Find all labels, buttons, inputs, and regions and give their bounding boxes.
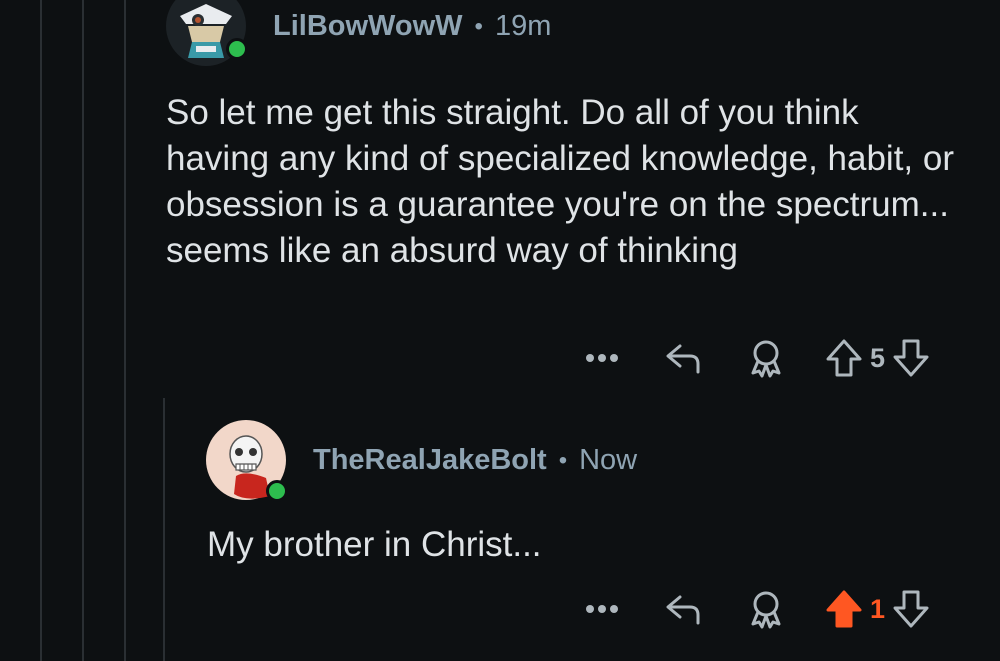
comment-actions: 1 xyxy=(580,587,931,631)
timestamp: 19m xyxy=(494,10,552,42)
comment-body: My brother in Christ... xyxy=(207,525,542,564)
comment-meta: TheRealJakeBolt • Now xyxy=(313,444,637,477)
award-button[interactable] xyxy=(744,589,788,629)
comment-meta: LilBowWowW • 19m xyxy=(273,10,551,43)
vote-score: 1 xyxy=(870,593,886,624)
more-options-button[interactable] xyxy=(580,353,624,363)
username[interactable]: LilBowWowW xyxy=(273,10,463,43)
vote-score: 5 xyxy=(870,342,886,373)
meta-separator: • xyxy=(558,446,568,474)
comment-body: So let me get this straight. Do all of y… xyxy=(166,93,954,270)
downvote-button[interactable] xyxy=(891,589,931,629)
comment-actions: 5 xyxy=(580,336,931,380)
award-button[interactable] xyxy=(744,338,788,378)
comment-thread: LilBowWowW • 19m So let me get this stra… xyxy=(0,0,1000,661)
meta-separator: • xyxy=(474,12,483,40)
upvote-icon xyxy=(826,590,862,628)
thread-line[interactable] xyxy=(82,0,84,661)
more-icon xyxy=(586,354,618,362)
reply-icon xyxy=(666,344,700,374)
reply-icon xyxy=(666,595,700,625)
upvote-button[interactable] xyxy=(824,589,864,629)
thread-line[interactable] xyxy=(163,398,165,661)
thread-line[interactable] xyxy=(40,0,42,661)
online-status-dot xyxy=(226,38,248,60)
downvote-icon xyxy=(893,339,929,377)
reply-button[interactable] xyxy=(662,340,706,376)
upvote-button[interactable] xyxy=(824,338,864,378)
more-options-button[interactable] xyxy=(580,604,624,614)
downvote-icon xyxy=(893,590,929,628)
online-status-dot xyxy=(266,480,288,502)
timestamp: Now xyxy=(579,444,638,476)
username[interactable]: TheRealJakeBolt xyxy=(313,444,547,477)
downvote-button[interactable] xyxy=(891,338,931,378)
award-icon xyxy=(751,340,781,378)
more-icon xyxy=(586,605,618,613)
upvote-icon xyxy=(826,339,862,377)
reply-button[interactable] xyxy=(662,591,706,627)
avatar[interactable] xyxy=(166,0,248,66)
thread-line[interactable] xyxy=(124,0,126,661)
avatar[interactable] xyxy=(206,420,288,502)
award-icon xyxy=(751,591,781,629)
